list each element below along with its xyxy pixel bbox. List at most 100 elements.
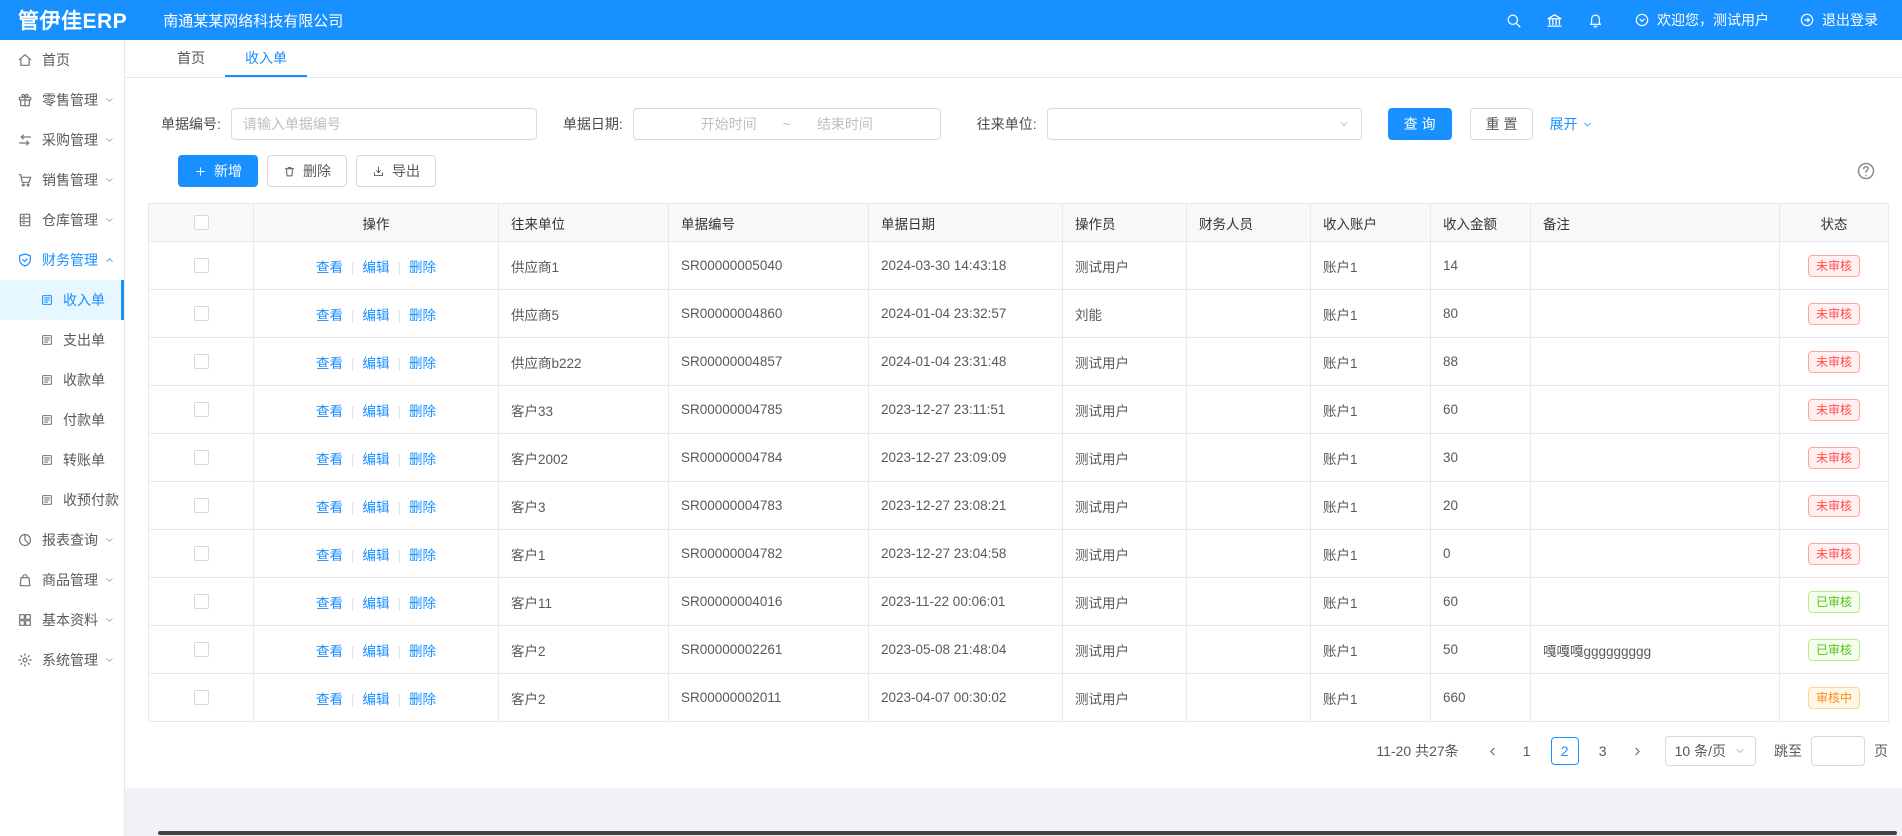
- edit-link[interactable]: 编辑: [363, 308, 390, 323]
- basic-icon: [17, 612, 33, 628]
- sidebar-item-basic-data[interactable]: 基本资料: [0, 600, 124, 640]
- edit-link[interactable]: 编辑: [363, 548, 390, 563]
- cell-account: 账户1: [1311, 338, 1431, 386]
- row-checkbox[interactable]: [194, 594, 209, 609]
- chevron-down-icon: [1734, 745, 1746, 757]
- status-badge: 未审核: [1808, 303, 1860, 325]
- export-button[interactable]: 导出: [356, 155, 436, 187]
- sidebar-item-home[interactable]: 首页: [0, 40, 124, 80]
- row-checkbox[interactable]: [194, 546, 209, 561]
- sidebar-item-sales[interactable]: 销售管理: [0, 160, 124, 200]
- sidebar-item-system[interactable]: 系统管理: [0, 640, 124, 680]
- sidebar-item-purchase[interactable]: 采购管理: [0, 120, 124, 160]
- sidebar-item-reports[interactable]: 报表查询: [0, 520, 124, 560]
- bank-icon[interactable]: [1546, 12, 1563, 29]
- view-link[interactable]: 查看: [316, 404, 343, 419]
- user-menu[interactable]: 欢迎您，测试用户: [1634, 10, 1769, 30]
- delete-link[interactable]: 删除: [409, 308, 436, 323]
- row-checkbox[interactable]: [194, 306, 209, 321]
- delete-link[interactable]: 删除: [409, 500, 436, 515]
- view-link[interactable]: 查看: [316, 356, 343, 371]
- edit-link[interactable]: 编辑: [363, 260, 390, 275]
- page-button-1[interactable]: 1: [1513, 737, 1541, 765]
- tab-income[interactable]: 收入单: [225, 40, 307, 77]
- edit-link[interactable]: 编辑: [363, 692, 390, 707]
- delete-link[interactable]: 删除: [409, 644, 436, 659]
- row-checkbox[interactable]: [194, 402, 209, 417]
- view-link[interactable]: 查看: [316, 548, 343, 563]
- date-range-picker[interactable]: 开始时间 ~ 结束时间: [633, 108, 941, 140]
- delete-button[interactable]: 删除: [267, 155, 347, 187]
- row-checkbox[interactable]: [194, 450, 209, 465]
- search-button[interactable]: 查 询: [1388, 108, 1452, 140]
- edit-link[interactable]: 编辑: [363, 644, 390, 659]
- logout-icon: [1799, 12, 1815, 28]
- horizontal-scrollbar[interactable]: [158, 831, 1897, 835]
- delete-link[interactable]: 删除: [409, 260, 436, 275]
- view-link[interactable]: 查看: [316, 644, 343, 659]
- add-button[interactable]: 新增: [178, 155, 258, 187]
- link-separator: |: [351, 644, 355, 659]
- view-link[interactable]: 查看: [316, 596, 343, 611]
- row-checkbox[interactable]: [194, 258, 209, 273]
- edit-link[interactable]: 编辑: [363, 596, 390, 611]
- cell-doc-no: SR00000004782: [669, 530, 869, 578]
- page-size-select[interactable]: 10 条/页: [1665, 736, 1756, 766]
- welcome-text: 欢迎您，测试用户: [1657, 10, 1769, 30]
- system-icon: [17, 652, 33, 668]
- help-icon[interactable]: [1856, 161, 1876, 181]
- sidebar-item-finance[interactable]: 财务管理: [0, 240, 124, 280]
- view-link[interactable]: 查看: [316, 260, 343, 275]
- bell-icon[interactable]: [1587, 12, 1604, 29]
- expand-link[interactable]: 展开: [1549, 114, 1593, 134]
- delete-link[interactable]: 删除: [409, 452, 436, 467]
- view-link[interactable]: 查看: [316, 452, 343, 467]
- edit-link[interactable]: 编辑: [363, 404, 390, 419]
- row-checkbox[interactable]: [194, 354, 209, 369]
- delete-link[interactable]: 删除: [409, 356, 436, 371]
- edit-link[interactable]: 编辑: [363, 452, 390, 467]
- delete-link[interactable]: 删除: [409, 548, 436, 563]
- logout-button[interactable]: 退出登录: [1799, 10, 1878, 30]
- search-icon[interactable]: [1505, 12, 1522, 29]
- cell-account: 账户1: [1311, 578, 1431, 626]
- view-link[interactable]: 查看: [316, 500, 343, 515]
- edit-link[interactable]: 编辑: [363, 356, 390, 371]
- col-header-finance: 财务人员: [1187, 204, 1311, 242]
- delete-link[interactable]: 删除: [409, 692, 436, 707]
- jump-page-input[interactable]: [1811, 736, 1865, 766]
- sidebar-item-prepayment-doc[interactable]: 收预付款: [0, 480, 124, 520]
- document-icon: [40, 373, 54, 387]
- cell-account: 账户1: [1311, 674, 1431, 722]
- view-link[interactable]: 查看: [316, 692, 343, 707]
- sidebar-item-payment-doc[interactable]: 付款单: [0, 400, 124, 440]
- prev-page-button[interactable]: [1486, 745, 1499, 758]
- doc-no-input[interactable]: [231, 108, 537, 140]
- row-checkbox[interactable]: [194, 642, 209, 657]
- sidebar-item-expense-doc[interactable]: 支出单: [0, 320, 124, 360]
- row-checkbox[interactable]: [194, 498, 209, 513]
- sidebar-nav: 首页零售管理采购管理销售管理仓库管理财务管理收入单支出单收款单付款单转账单收预付…: [0, 40, 125, 836]
- tab-home[interactable]: 首页: [157, 40, 225, 77]
- chevron-down-icon: [104, 135, 115, 146]
- sidebar-item-goods[interactable]: 商品管理: [0, 560, 124, 600]
- page-button-2[interactable]: 2: [1551, 737, 1579, 765]
- sidebar-item-retail[interactable]: 零售管理: [0, 80, 124, 120]
- page-button-3[interactable]: 3: [1589, 737, 1617, 765]
- sidebar-item-receipt-doc[interactable]: 收款单: [0, 360, 124, 400]
- delete-link[interactable]: 删除: [409, 596, 436, 611]
- sidebar-item-income-doc[interactable]: 收入单: [0, 280, 124, 320]
- partner-select[interactable]: [1047, 108, 1362, 140]
- sidebar-item-warehouse[interactable]: 仓库管理: [0, 200, 124, 240]
- edit-link[interactable]: 编辑: [363, 500, 390, 515]
- date-label: 单据日期:: [563, 114, 623, 134]
- next-page-button[interactable]: [1631, 745, 1644, 758]
- reset-button[interactable]: 重 置: [1470, 108, 1534, 140]
- row-checkbox[interactable]: [194, 690, 209, 705]
- select-all-checkbox[interactable]: [194, 215, 209, 230]
- view-link[interactable]: 查看: [316, 308, 343, 323]
- warehouse-icon: [17, 212, 33, 228]
- goods-icon: [17, 572, 33, 588]
- sidebar-item-transfer-doc[interactable]: 转账单: [0, 440, 124, 480]
- delete-link[interactable]: 删除: [409, 404, 436, 419]
